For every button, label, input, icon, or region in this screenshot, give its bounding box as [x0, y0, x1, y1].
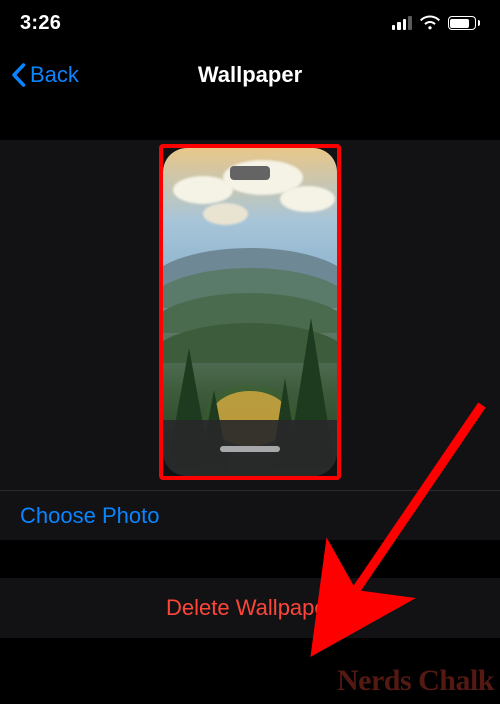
status-bar: 3:26 [0, 0, 500, 46]
wifi-icon [420, 15, 440, 31]
wallpaper-preview[interactable] [163, 148, 337, 476]
delete-wallpaper-button[interactable]: Delete Wallpaper [0, 578, 500, 638]
chevron-left-icon [8, 60, 30, 90]
cellular-icon [392, 16, 412, 30]
back-button[interactable]: Back [0, 60, 79, 90]
choose-photo-row[interactable]: Choose Photo [0, 490, 500, 540]
home-bar-area [163, 420, 337, 476]
status-indicators [392, 15, 481, 31]
choose-photo-label: Choose Photo [20, 503, 159, 529]
back-label: Back [30, 62, 79, 88]
nav-bar: Back Wallpaper [0, 46, 500, 104]
delete-wallpaper-label: Delete Wallpaper [166, 595, 334, 621]
watermark: Nerds Chalk [337, 664, 494, 698]
delete-section: Delete Wallpaper [0, 578, 500, 638]
dynamic-island-icon [230, 166, 270, 180]
home-indicator-icon [220, 446, 280, 452]
battery-icon [448, 16, 481, 30]
wallpaper-preview-highlight [159, 144, 341, 480]
status-time: 3:26 [20, 12, 61, 35]
